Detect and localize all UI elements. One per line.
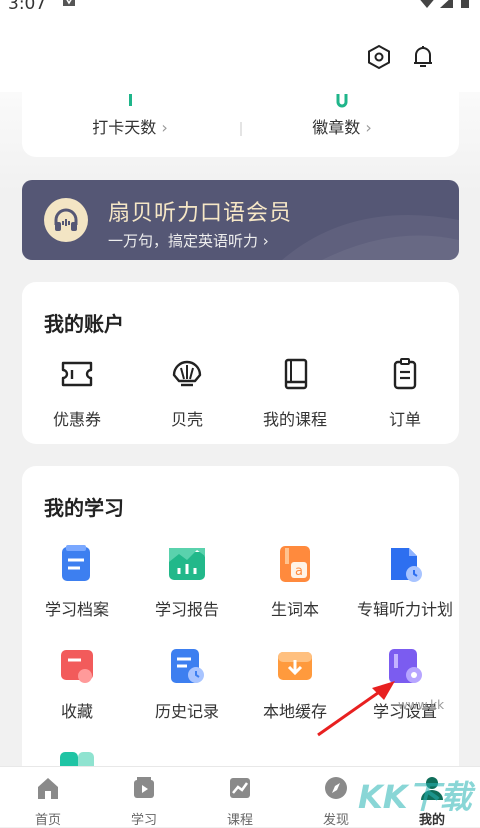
status-time: 3:07	[8, 0, 47, 14]
stat-label: 徽章数	[312, 118, 361, 137]
tab-label: 学习	[130, 813, 157, 828]
vip-subtitle: 一万句，搞定英语听力 ›	[108, 232, 269, 250]
account-item-orders[interactable]: 订单	[350, 352, 460, 430]
tab-home[interactable]: 首页	[0, 775, 96, 828]
study-report-icon	[165, 542, 209, 586]
book-icon	[273, 352, 317, 396]
signal-icon	[440, 0, 453, 8]
settings-button[interactable]	[364, 42, 394, 72]
study-item-label: 学习报告	[154, 600, 219, 619]
course-icon	[230, 778, 250, 798]
notification-icon	[63, 0, 75, 6]
study-card: 我的学习 学习档案 学习报告 a 生词本 专辑听力计划 收藏 历史记录 本地缓存…	[22, 466, 459, 786]
account-item-label: 订单	[388, 410, 421, 429]
status-bar: 3:07	[0, 0, 480, 20]
watermark-small: www.kk	[398, 698, 445, 712]
study-item-label: 历史记录	[154, 702, 219, 721]
hexagon-settings-icon	[368, 44, 390, 70]
svg-text:a: a	[295, 564, 303, 579]
shell-icon	[165, 352, 209, 396]
stat-value-mark	[129, 94, 132, 106]
stats-card: 打卡天数 › 徽章数 ›	[22, 72, 459, 157]
watermark-logo: KK下载	[358, 778, 472, 816]
tab-label: 课程	[226, 813, 253, 828]
study-item-local-cache[interactable]: 本地缓存	[240, 644, 350, 722]
home-icon	[38, 778, 58, 799]
account-item-shell[interactable]: 贝壳	[132, 352, 242, 430]
coupon-icon	[55, 352, 99, 396]
study-icon	[134, 777, 154, 798]
account-item-my-courses[interactable]: 我的课程	[240, 352, 350, 430]
album-plan-icon	[383, 542, 427, 586]
stat-badges[interactable]: 徽章数 ›	[242, 94, 442, 138]
discover-icon	[325, 777, 347, 799]
study-archive-icon	[55, 542, 99, 586]
tab-label: 首页	[34, 813, 61, 828]
account-item-label: 优惠券	[52, 410, 101, 429]
account-item-label: 贝壳	[170, 410, 203, 429]
account-item-label: 我的课程	[262, 410, 327, 429]
study-item-label: 学习档案	[44, 600, 109, 619]
study-item-vocabulary[interactable]: a 生词本	[240, 542, 350, 620]
study-item-history[interactable]: 历史记录	[132, 644, 242, 722]
stat-checkin-days[interactable]: 打卡天数 ›	[30, 94, 230, 138]
tab-course[interactable]: 课程	[192, 775, 288, 828]
stat-label: 打卡天数	[92, 118, 157, 137]
stat-value-mark	[336, 94, 348, 108]
study-item-report[interactable]: 学习报告	[132, 542, 242, 620]
study-item-label: 收藏	[60, 702, 93, 721]
study-item-favorites[interactable]: 收藏	[22, 644, 132, 722]
study-item-label: 本地缓存	[262, 702, 327, 721]
chevron-right-icon: ›	[161, 118, 168, 137]
vocabulary-book-icon: a	[273, 542, 317, 586]
vip-title: 扇贝听力口语会员	[108, 201, 293, 226]
study-item-archive[interactable]: 学习档案	[22, 542, 132, 620]
study-title: 我的学习	[44, 496, 124, 520]
bell-icon	[414, 46, 432, 67]
study-item-label: 专辑听力计划	[356, 600, 453, 619]
battery-icon	[461, 0, 469, 8]
notifications-button[interactable]	[408, 42, 438, 72]
vip-banner[interactable]: 扇贝听力口语会员 一万句，搞定英语听力 ›	[22, 180, 459, 260]
study-item-label: 生词本	[270, 600, 319, 619]
history-icon	[165, 644, 209, 688]
tab-study[interactable]: 学习	[96, 775, 192, 828]
wifi-icon	[420, 0, 434, 8]
account-card: 我的账户 优惠券 贝壳 我的课程 订单	[22, 282, 459, 444]
headphones-icon	[44, 198, 88, 242]
study-settings-icon	[383, 644, 427, 688]
local-cache-icon	[273, 644, 317, 688]
account-item-coupon[interactable]: 优惠券	[22, 352, 132, 430]
account-title: 我的账户	[44, 312, 124, 336]
study-item-album-plan[interactable]: 专辑听力计划	[350, 542, 460, 620]
favorites-icon	[55, 644, 99, 688]
clipboard-icon	[383, 352, 427, 396]
chevron-right-icon: ›	[365, 118, 372, 137]
